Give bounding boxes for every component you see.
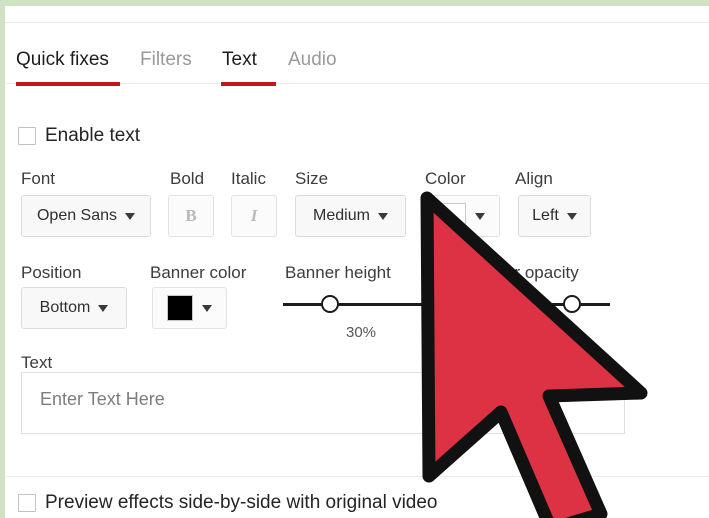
chevron-down-icon [125,212,136,220]
tab-quick-fixes[interactable]: Quick fixes [16,48,109,72]
align-select[interactable]: Left [518,195,591,237]
tab-bar-top-rule [5,22,709,23]
chevron-down-icon [202,304,212,312]
chevron-down-icon [98,304,109,312]
banner-height-label: Banner height [285,263,391,282]
banner-opacity-thumb[interactable] [563,295,582,313]
tab-bar: Quick fixes Filters Text Audio [5,22,709,92]
tab-underline-quick-fixes [16,82,120,86]
banner-color-picker[interactable] [152,287,227,329]
italic-glyph: I [250,206,258,225]
preview-side-by-side-checkbox[interactable] [18,494,36,512]
italic-button[interactable]: I [231,195,277,237]
chevron-down-icon [566,212,577,220]
banner-color-label: Banner color [150,263,247,282]
size-label: Size [295,169,329,188]
position-select-value: Bottom [39,299,91,316]
align-select-value: Left [532,207,559,224]
banner-opacity-label: er opacity [505,263,579,282]
position-label: Position [21,263,82,282]
italic-label: Italic [231,169,266,188]
color-label: Color [425,169,466,188]
font-select[interactable]: Open Sans [21,195,151,237]
tab-underline-text [221,82,276,86]
chevron-down-icon [475,212,485,220]
bold-label: Bold [170,169,205,188]
text-field-label: Text [21,353,53,372]
text-effects-panel: Quick fixes Filters Text Audio Enable te… [0,0,709,518]
banner-height-track [283,303,439,306]
footer-divider [5,476,709,477]
text-color-swatch [440,203,466,229]
banner-opacity-track [445,303,610,306]
bold-glyph: B [185,206,197,225]
size-select[interactable]: Medium [295,195,406,237]
banner-opacity-slider[interactable] [445,295,610,313]
text-color-picker[interactable] [425,195,500,237]
size-select-value: Medium [313,207,370,224]
tab-audio[interactable]: Audio [288,48,337,72]
align-label: Align [515,169,553,188]
tab-text[interactable]: Text [222,48,257,72]
tab-filters[interactable]: Filters [140,48,192,72]
bold-button[interactable]: B [168,195,214,237]
banner-height-value: 30% [345,324,377,341]
enable-text-checkbox[interactable] [18,127,36,145]
chevron-down-icon [377,212,388,220]
banner-color-swatch [167,295,193,321]
font-label: Font [21,169,56,188]
text-input[interactable] [21,372,625,434]
preview-side-by-side-label: Preview effects side-by-side with origin… [45,492,438,513]
banner-height-slider[interactable] [283,295,439,313]
font-select-value: Open Sans [36,207,118,224]
banner-height-thumb[interactable] [320,295,339,313]
enable-text-label: Enable text [45,125,141,146]
position-select[interactable]: Bottom [21,287,127,329]
